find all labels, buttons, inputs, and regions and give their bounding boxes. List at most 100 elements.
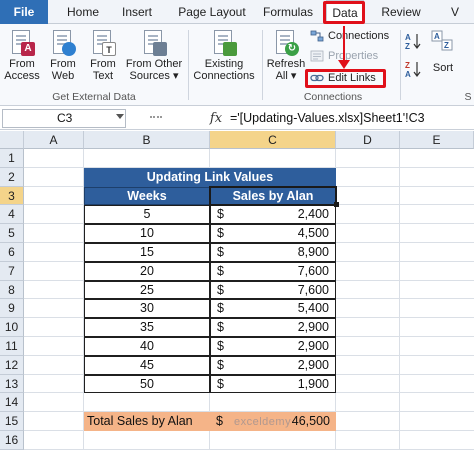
sales-cell[interactable]: $1,900: [210, 374, 336, 394]
sales-cell[interactable]: $7,600: [210, 280, 336, 300]
week-cell[interactable]: 15: [84, 243, 210, 262]
sales-cell[interactable]: $4,500: [210, 224, 336, 243]
formula-input[interactable]: ='[Updating-Values.xlsx]Sheet1'!C3: [230, 109, 474, 128]
row-header-8[interactable]: 8: [0, 280, 24, 300]
sales-value: 2,900: [297, 320, 329, 335]
week-cell[interactable]: 50: [84, 374, 210, 394]
currency-symbol: $: [217, 339, 224, 353]
row-header-3[interactable]: 3: [0, 186, 24, 206]
existing-connections-button[interactable]: Existing Connections: [192, 28, 256, 90]
access-database-icon: A: [9, 28, 35, 56]
currency-symbol: $: [217, 301, 224, 316]
row-header-9[interactable]: 9: [0, 299, 24, 319]
svg-text:Z: Z: [405, 61, 410, 70]
week-cell[interactable]: 20: [84, 261, 210, 281]
connections-button[interactable]: Connections: [308, 28, 398, 44]
column-header-c[interactable]: C: [210, 131, 336, 149]
week-cell[interactable]: 45: [84, 355, 210, 375]
row-header-4[interactable]: 4: [0, 205, 24, 225]
column-header-a[interactable]: A: [24, 131, 84, 149]
tab-review[interactable]: Review: [376, 0, 426, 24]
row-header-12[interactable]: 12: [0, 355, 24, 375]
formula-bar-resize-grip[interactable]: [150, 116, 162, 120]
sales-cell[interactable]: $5,400: [210, 299, 336, 319]
tab-page-layout[interactable]: Page Layout: [170, 0, 254, 24]
sales-value: 1,900: [297, 376, 329, 391]
sales-cell[interactable]: $2,900: [210, 355, 336, 375]
sales-cell[interactable]: $7,600: [210, 261, 336, 281]
sales-value: 8,900: [297, 245, 329, 259]
row-header-15[interactable]: 15: [0, 412, 24, 431]
total-value: 46,500: [291, 414, 330, 429]
select-all-corner[interactable]: [0, 131, 24, 149]
ribbon-separator: [188, 30, 189, 100]
week-cell[interactable]: 5: [84, 205, 210, 225]
insert-function-icon[interactable]: fx: [206, 109, 226, 128]
week-cell[interactable]: 30: [84, 299, 210, 319]
from-web-label-1: From: [50, 58, 76, 70]
row-header-6[interactable]: 6: [0, 243, 24, 262]
week-cell[interactable]: 10: [84, 224, 210, 243]
tab-insert[interactable]: Insert: [114, 0, 160, 24]
sales-cell[interactable]: $2,900: [210, 337, 336, 356]
from-text-label-2: Text: [92, 70, 114, 82]
week-cell[interactable]: 35: [84, 318, 210, 337]
name-box-dropdown-icon[interactable]: [116, 114, 124, 119]
from-access-button[interactable]: A From Access: [4, 28, 40, 90]
sales-value: 2,400: [297, 207, 329, 222]
refresh-all-button[interactable]: ↻ Refresh All ▾: [266, 28, 306, 90]
sort-button[interactable]: A Z Sort: [426, 28, 460, 90]
refresh-icon: ↻: [273, 28, 299, 56]
sales-value: 2,900: [297, 339, 329, 353]
column-header-b[interactable]: B: [84, 131, 210, 149]
sort-z-to-a-icon[interactable]: Z A: [404, 60, 422, 78]
worksheet-grid[interactable]: A B C D E 1 2 3 4 5 6 7 8 9 10 11 12 13 14 15 16 Updating Lin…: [0, 131, 474, 450]
row-header-16[interactable]: 16: [0, 431, 24, 450]
tab-view[interactable]: V: [436, 0, 474, 24]
row-header-5[interactable]: 5: [0, 224, 24, 243]
name-box[interactable]: C3: [2, 109, 126, 128]
from-text-label-1: From: [90, 58, 116, 70]
row-header-2[interactable]: 2: [0, 167, 24, 187]
tab-home[interactable]: Home: [60, 0, 106, 24]
row-header-7[interactable]: 7: [0, 261, 24, 281]
formula-bar: C3 fx ='[Updating-Values.xlsx]Sheet1'!C3: [0, 107, 474, 130]
existing-connections-icon: [211, 28, 237, 56]
sales-cell[interactable]: $8,900: [210, 243, 336, 262]
ribbon-separator: [400, 30, 401, 100]
tab-file[interactable]: File: [0, 0, 48, 24]
from-other-label-2: Sources ▾: [129, 70, 179, 82]
sales-cell[interactable]: $2,400: [210, 205, 336, 225]
column-header-e[interactable]: E: [400, 131, 474, 149]
week-cell[interactable]: 40: [84, 337, 210, 356]
from-web-label-2: Web: [51, 70, 75, 82]
header-weeks[interactable]: Weeks: [84, 186, 210, 206]
total-currency-symbol: $: [216, 414, 223, 429]
total-label-cell[interactable]: Total Sales by Alan: [84, 412, 210, 431]
column-header-d[interactable]: D: [336, 131, 400, 149]
currency-symbol: $: [217, 282, 224, 297]
row-header-11[interactable]: 11: [0, 337, 24, 356]
row-header-1[interactable]: 1: [0, 149, 24, 168]
sort-a-to-z-icon[interactable]: A Z: [404, 32, 422, 50]
sales-cell[interactable]: $2,900: [210, 318, 336, 337]
week-cell[interactable]: 25: [84, 280, 210, 300]
row-header-10[interactable]: 10: [0, 318, 24, 337]
properties-button[interactable]: Properties: [308, 48, 394, 64]
sales-value: 2,900: [297, 357, 329, 372]
fill-handle[interactable]: [334, 202, 339, 208]
from-web-button[interactable]: From Web: [46, 28, 80, 90]
connections-group-label: Connections: [303, 91, 363, 103]
svg-text:Z: Z: [444, 41, 449, 50]
tab-formulas[interactable]: Formulas: [256, 0, 320, 24]
row-header-14[interactable]: 14: [0, 393, 24, 413]
sales-value: 4,500: [297, 226, 329, 241]
refresh-label-1: Refresh: [266, 58, 306, 70]
sheet-title-cell[interactable]: Updating Link Values: [84, 167, 336, 187]
row-header-13[interactable]: 13: [0, 374, 24, 394]
connections-label: Connections: [328, 30, 390, 42]
from-other-sources-button[interactable]: From Other Sources ▾: [124, 28, 184, 90]
sort-label: Sort: [432, 62, 454, 74]
properties-label: Properties: [328, 50, 379, 62]
from-text-button[interactable]: T From Text: [86, 28, 120, 90]
